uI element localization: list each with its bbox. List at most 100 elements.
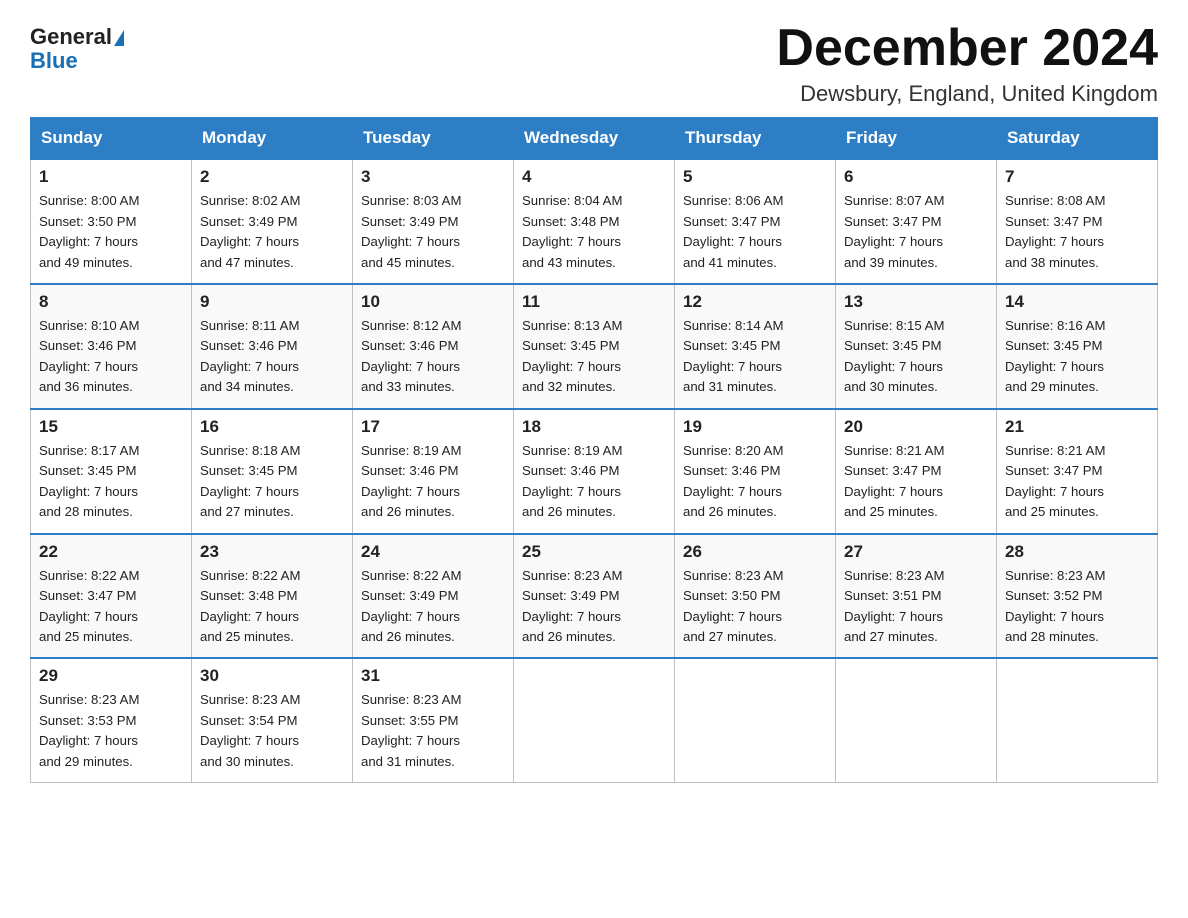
day-number: 11 (522, 292, 666, 312)
day-cell: 16Sunrise: 8:18 AMSunset: 3:45 PMDayligh… (192, 409, 353, 534)
day-info: Sunrise: 8:23 AMSunset: 3:52 PMDaylight:… (1005, 566, 1149, 648)
day-cell: 19 Sunrise: 8:20 AMSunset: 3:46 PMDayligh… (675, 409, 836, 534)
day-info: Sunrise: 8:23 AMSunset: 3:53 PMDaylight:… (39, 690, 183, 772)
day-info: Sunrise: 8:03 AMSunset: 3:49 PMDaylight:… (361, 191, 505, 273)
day-info: Sunrise: 8:16 AMSunset: 3:45 PMDaylight:… (1005, 316, 1149, 398)
col-header-tuesday: Tuesday (353, 118, 514, 160)
day-info: Sunrise: 8:22 AMSunset: 3:48 PMDaylight:… (200, 566, 344, 648)
day-cell: 17 Sunrise: 8:19 AMSunset: 3:46 PMDayligh… (353, 409, 514, 534)
day-number: 7 (1005, 167, 1149, 187)
day-number: 6 (844, 167, 988, 187)
day-info: Sunrise: 8:22 AMSunset: 3:47 PMDaylight:… (39, 566, 183, 648)
day-cell: 18 Sunrise: 8:19 AMSunset: 3:46 PMDayligh… (514, 409, 675, 534)
day-cell: 2 Sunrise: 8:02 AMSunset: 3:49 PMDaylight… (192, 159, 353, 284)
calendar-table: SundayMondayTuesdayWednesdayThursdayFrid… (30, 117, 1158, 783)
day-cell: 15 Sunrise: 8:17 AMSunset: 3:45 PMDayligh… (31, 409, 192, 534)
day-number: 23 (200, 542, 344, 562)
day-info: Sunrise: 8:11 AMSunset: 3:46 PMDaylight:… (200, 316, 344, 398)
day-number: 5 (683, 167, 827, 187)
day-number: 20 (844, 417, 988, 437)
week-row-5: 29Sunrise: 8:23 AMSunset: 3:53 PMDayligh… (31, 658, 1158, 782)
day-number: 1 (39, 167, 183, 187)
day-number: 22 (39, 542, 183, 562)
day-cell: 12 Sunrise: 8:14 AMSunset: 3:45 PMDayligh… (675, 284, 836, 409)
col-header-friday: Friday (836, 118, 997, 160)
day-info: Sunrise: 8:02 AMSunset: 3:49 PMDaylight:… (200, 191, 344, 273)
day-cell: 14 Sunrise: 8:16 AMSunset: 3:45 PMDayligh… (997, 284, 1158, 409)
day-info: Sunrise: 8:14 AMSunset: 3:45 PMDaylight:… (683, 316, 827, 398)
calendar-header-row: SundayMondayTuesdayWednesdayThursdayFrid… (31, 118, 1158, 160)
day-number: 16 (200, 417, 344, 437)
day-info: Sunrise: 8:23 AMSunset: 3:49 PMDaylight:… (522, 566, 666, 648)
day-number: 14 (1005, 292, 1149, 312)
day-number: 21 (1005, 417, 1149, 437)
day-cell: 29Sunrise: 8:23 AMSunset: 3:53 PMDayligh… (31, 658, 192, 782)
day-number: 27 (844, 542, 988, 562)
day-number: 19 (683, 417, 827, 437)
day-cell (675, 658, 836, 782)
day-number: 18 (522, 417, 666, 437)
day-info: Sunrise: 8:22 AMSunset: 3:49 PMDaylight:… (361, 566, 505, 648)
week-row-3: 15 Sunrise: 8:17 AMSunset: 3:45 PMDayligh… (31, 409, 1158, 534)
day-info: Sunrise: 8:19 AMSunset: 3:46 PMDaylight:… (361, 441, 505, 523)
day-cell: 6 Sunrise: 8:07 AMSunset: 3:47 PMDaylight… (836, 159, 997, 284)
week-row-4: 22 Sunrise: 8:22 AMSunset: 3:47 PMDayligh… (31, 534, 1158, 659)
day-number: 2 (200, 167, 344, 187)
day-cell: 20 Sunrise: 8:21 AMSunset: 3:47 PMDayligh… (836, 409, 997, 534)
day-number: 9 (200, 292, 344, 312)
day-cell: 7Sunrise: 8:08 AMSunset: 3:47 PMDaylight… (997, 159, 1158, 284)
day-info: Sunrise: 8:21 AMSunset: 3:47 PMDaylight:… (844, 441, 988, 523)
day-info: Sunrise: 8:04 AMSunset: 3:48 PMDaylight:… (522, 191, 666, 273)
day-info: Sunrise: 8:15 AMSunset: 3:45 PMDaylight:… (844, 316, 988, 398)
day-info: Sunrise: 8:21 AMSunset: 3:47 PMDaylight:… (1005, 441, 1149, 523)
day-cell: 3 Sunrise: 8:03 AMSunset: 3:49 PMDaylight… (353, 159, 514, 284)
day-info: Sunrise: 8:06 AMSunset: 3:47 PMDaylight:… (683, 191, 827, 273)
day-info: Sunrise: 8:12 AMSunset: 3:46 PMDaylight:… (361, 316, 505, 398)
day-number: 13 (844, 292, 988, 312)
day-number: 17 (361, 417, 505, 437)
day-cell: 27 Sunrise: 8:23 AMSunset: 3:51 PMDayligh… (836, 534, 997, 659)
day-number: 31 (361, 666, 505, 686)
day-number: 30 (200, 666, 344, 686)
day-cell (514, 658, 675, 782)
day-number: 12 (683, 292, 827, 312)
day-info: Sunrise: 8:23 AMSunset: 3:50 PMDaylight:… (683, 566, 827, 648)
day-info: Sunrise: 8:13 AMSunset: 3:45 PMDaylight:… (522, 316, 666, 398)
day-cell: 1 Sunrise: 8:00 AMSunset: 3:50 PMDaylight… (31, 159, 192, 284)
day-cell: 21 Sunrise: 8:21 AMSunset: 3:47 PMDayligh… (997, 409, 1158, 534)
day-info: Sunrise: 8:23 AMSunset: 3:55 PMDaylight:… (361, 690, 505, 772)
page-header: GeneralBlue December 2024 Dewsbury, Engl… (30, 20, 1158, 107)
week-row-2: 8Sunrise: 8:10 AMSunset: 3:46 PMDaylight… (31, 284, 1158, 409)
day-cell: 25 Sunrise: 8:23 AMSunset: 3:49 PMDayligh… (514, 534, 675, 659)
day-info: Sunrise: 8:20 AMSunset: 3:46 PMDaylight:… (683, 441, 827, 523)
day-cell: 4 Sunrise: 8:04 AMSunset: 3:48 PMDaylight… (514, 159, 675, 284)
day-cell: 5 Sunrise: 8:06 AMSunset: 3:47 PMDaylight… (675, 159, 836, 284)
day-number: 15 (39, 417, 183, 437)
col-header-wednesday: Wednesday (514, 118, 675, 160)
day-info: Sunrise: 8:17 AMSunset: 3:45 PMDaylight:… (39, 441, 183, 523)
day-cell: 11 Sunrise: 8:13 AMSunset: 3:45 PMDayligh… (514, 284, 675, 409)
day-number: 4 (522, 167, 666, 187)
day-cell: 10 Sunrise: 8:12 AMSunset: 3:46 PMDayligh… (353, 284, 514, 409)
day-number: 28 (1005, 542, 1149, 562)
day-cell (836, 658, 997, 782)
day-info: Sunrise: 8:23 AMSunset: 3:51 PMDaylight:… (844, 566, 988, 648)
day-number: 24 (361, 542, 505, 562)
day-number: 3 (361, 167, 505, 187)
day-cell: 22 Sunrise: 8:22 AMSunset: 3:47 PMDayligh… (31, 534, 192, 659)
day-info: Sunrise: 8:07 AMSunset: 3:47 PMDaylight:… (844, 191, 988, 273)
day-number: 25 (522, 542, 666, 562)
day-cell: 9 Sunrise: 8:11 AMSunset: 3:46 PMDaylight… (192, 284, 353, 409)
title-area: December 2024 Dewsbury, England, United … (776, 20, 1158, 107)
col-header-thursday: Thursday (675, 118, 836, 160)
day-number: 10 (361, 292, 505, 312)
day-cell: 28 Sunrise: 8:23 AMSunset: 3:52 PMDayligh… (997, 534, 1158, 659)
calendar-subtitle: Dewsbury, England, United Kingdom (776, 81, 1158, 107)
col-header-sunday: Sunday (31, 118, 192, 160)
logo: GeneralBlue (30, 20, 124, 73)
day-info: Sunrise: 8:19 AMSunset: 3:46 PMDaylight:… (522, 441, 666, 523)
day-number: 8 (39, 292, 183, 312)
day-info: Sunrise: 8:00 AMSunset: 3:50 PMDaylight:… (39, 191, 183, 273)
week-row-1: 1 Sunrise: 8:00 AMSunset: 3:50 PMDaylight… (31, 159, 1158, 284)
day-cell: 26Sunrise: 8:23 AMSunset: 3:50 PMDayligh… (675, 534, 836, 659)
